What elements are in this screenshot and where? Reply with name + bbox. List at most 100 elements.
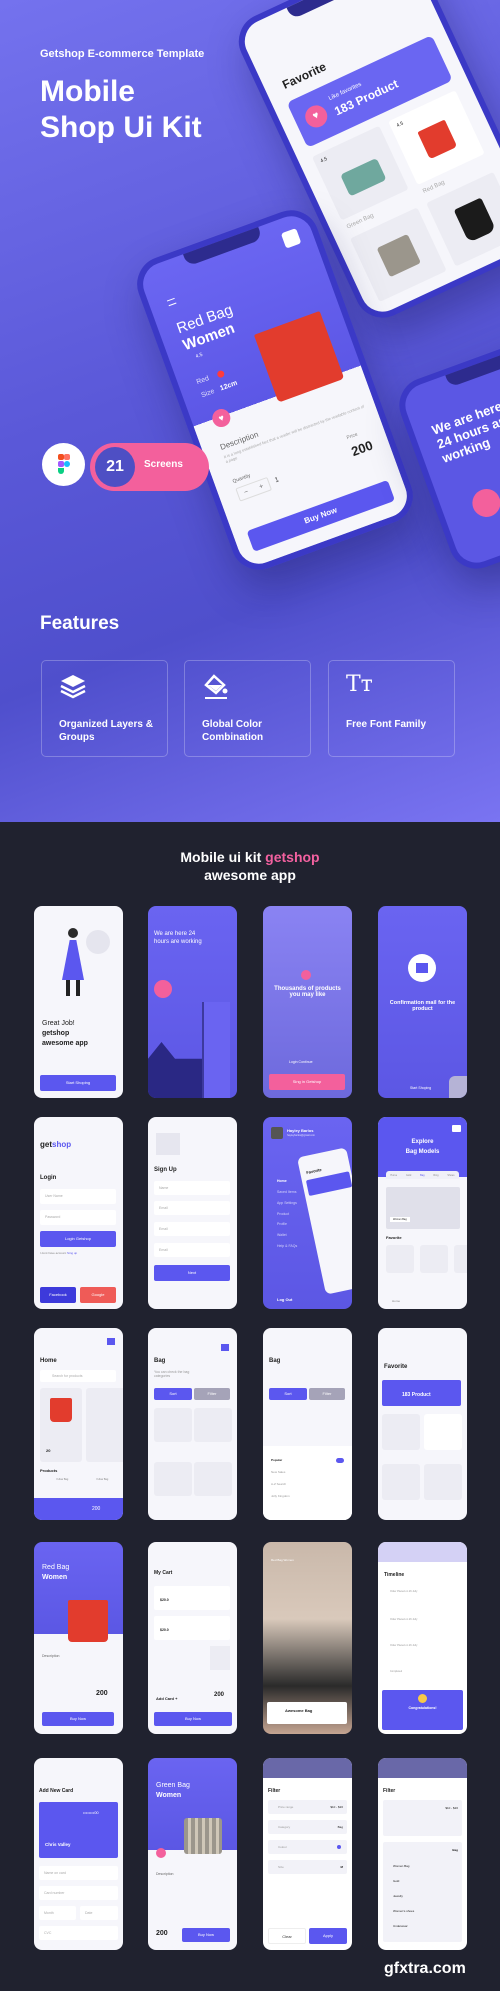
signin-button[interactable]: Sing in Getshop [269, 1074, 345, 1090]
apply-button[interactable]: Apply [309, 1928, 347, 1944]
email-input[interactable]: Email [154, 1201, 230, 1215]
bottom-nav-home[interactable]: Home [392, 1299, 400, 1303]
cart-icon[interactable] [280, 228, 302, 249]
sort-button[interactable]: Sort [154, 1388, 192, 1400]
clear-button[interactable]: Clear [268, 1928, 306, 1944]
card-number-input[interactable]: Card number [39, 1886, 118, 1900]
cart-item[interactable]: $20.0 [154, 1616, 230, 1640]
cart-icon[interactable] [221, 1344, 229, 1351]
category-option[interactable]: Gold [393, 1879, 399, 1883]
filter-row-price[interactable]: Price range $10 - $20 [268, 1800, 347, 1814]
banner-button[interactable]: Women Bag [390, 1217, 410, 1222]
filter-button[interactable]: Filter [309, 1388, 345, 1400]
name-on-card-input[interactable]: Name on card [39, 1866, 118, 1880]
username-input[interactable]: User Name [40, 1189, 116, 1204]
next-button[interactable]: Next [154, 1265, 230, 1281]
next-button[interactable] [449, 1076, 467, 1098]
increment-button[interactable]: + [258, 483, 264, 491]
month-input[interactable]: Month [39, 1906, 76, 1920]
cart-bar[interactable]: 200 [34, 1498, 123, 1520]
decrement-button[interactable]: − [243, 488, 249, 496]
product-thumb[interactable] [454, 1245, 467, 1273]
signup-link[interactable]: Sing up [67, 1251, 77, 1255]
category-option[interactable]: Underwear [393, 1924, 408, 1928]
category-option[interactable]: Jewelly [393, 1894, 403, 1898]
menu-icon[interactable] [166, 297, 177, 307]
favorite-item[interactable] [382, 1464, 420, 1500]
cart-icon[interactable] [107, 1338, 115, 1345]
buy-now-button[interactable]: Buy Now [42, 1712, 114, 1726]
start-shopping-link[interactable]: Start Shoping [410, 1086, 431, 1090]
hero-banner[interactable]: Women Bag [386, 1187, 460, 1229]
favorite-item[interactable]: 4.5 [388, 90, 485, 185]
login-button[interactable]: Login Getshop [40, 1231, 116, 1247]
password-input[interactable]: Password [40, 1210, 116, 1225]
favorite-item[interactable] [424, 1464, 462, 1500]
sort-option[interactable]: Popular [271, 1458, 282, 1462]
sort-option[interactable]: Jolly Kingdom [271, 1494, 290, 1498]
name-input[interactable]: Name [154, 1181, 230, 1195]
google-button[interactable]: Google [80, 1287, 116, 1303]
favorite-item[interactable] [382, 1414, 420, 1450]
product-card[interactable] [86, 1388, 123, 1462]
filter-row-colour[interactable]: Colour [268, 1840, 347, 1854]
cart-icon[interactable] [452, 1125, 461, 1132]
figma-logo [42, 443, 85, 486]
category-option[interactable]: Women Bag [393, 1864, 409, 1868]
delete-button[interactable] [210, 1646, 230, 1670]
menu-item-home[interactable]: Home [277, 1179, 287, 1183]
product-thumb[interactable] [154, 1408, 192, 1442]
buy-now-button[interactable]: Buy Now [182, 1928, 230, 1942]
product-thumb[interactable] [194, 1462, 232, 1496]
date-input[interactable]: Date [80, 1906, 118, 1920]
buy-now-button[interactable]: Buy Now [154, 1712, 232, 1726]
facebook-button[interactable]: Facebook [40, 1287, 76, 1303]
hero-title-line2: Shop Ui Kit [40, 111, 202, 144]
tab-ring[interactable]: Ring [433, 1174, 438, 1177]
menu-item-profile[interactable]: Profile [277, 1222, 287, 1226]
product-popup[interactable]: Awesome Bag [267, 1702, 347, 1724]
category-option[interactable]: Women's shoes [393, 1909, 414, 1913]
favorite-item[interactable] [424, 1414, 462, 1450]
sort-button[interactable]: Sort [269, 1388, 307, 1400]
email-input[interactable]: Email [154, 1243, 230, 1257]
search-input[interactable]: Search for products [40, 1370, 116, 1382]
start-shopping-button[interactable]: Start Shoping [40, 1075, 116, 1091]
color-dot[interactable] [216, 369, 226, 379]
bag-title[interactable]: Bag [269, 1358, 280, 1364]
start-button[interactable] [468, 485, 500, 521]
cart-item[interactable]: $20.0 [154, 1586, 230, 1610]
menu-item-help[interactable]: Help & FAQs [277, 1244, 297, 1248]
favorite-item[interactable]: 4.5 [312, 125, 409, 221]
add-card-link[interactable]: Add Card + [156, 1696, 177, 1701]
filter-row-size[interactable]: Size M [268, 1860, 347, 1874]
toggle-on[interactable] [336, 1458, 344, 1463]
login-continue-link[interactable]: Login Continue [289, 1060, 313, 1064]
menu-item-product[interactable]: Product [277, 1212, 289, 1216]
logout-button[interactable]: Log Out [277, 1297, 292, 1302]
email-input[interactable]: Email [154, 1222, 230, 1236]
tab-home[interactable]: Home [390, 1174, 397, 1177]
tab-shoes[interactable]: Shoes [447, 1174, 454, 1177]
tab-gold[interactable]: Gold [406, 1174, 411, 1177]
sort-option[interactable]: A-Z Search [271, 1482, 286, 1486]
menu-item-wallet[interactable]: Wallet [277, 1233, 287, 1237]
favorite-button[interactable]: ♥ [209, 406, 233, 430]
menu-item-saved[interactable]: Saved Items [277, 1190, 296, 1194]
filter-row-category[interactable]: Category Bag [268, 1820, 347, 1834]
product-card[interactable]: 20 [40, 1388, 82, 1462]
filter-button[interactable]: Filter [194, 1388, 230, 1400]
bag-title[interactable]: Bag [154, 1358, 165, 1364]
cvc-input[interactable]: CVC [39, 1926, 118, 1940]
avatar-upload[interactable] [156, 1133, 180, 1155]
sort-option[interactable]: New Sales [271, 1470, 285, 1474]
start-button[interactable] [154, 980, 172, 998]
favorite-button[interactable] [156, 1848, 166, 1858]
product-thumb[interactable] [194, 1408, 232, 1442]
product-thumb[interactable] [386, 1245, 414, 1273]
product-thumb[interactable] [154, 1462, 192, 1496]
tab-bag[interactable]: Bag [420, 1174, 424, 1177]
menu-item-settings[interactable]: App Settings [277, 1201, 297, 1205]
product-thumb[interactable] [420, 1245, 448, 1273]
price-range-panel[interactable]: $10 - $20 [383, 1800, 462, 1836]
